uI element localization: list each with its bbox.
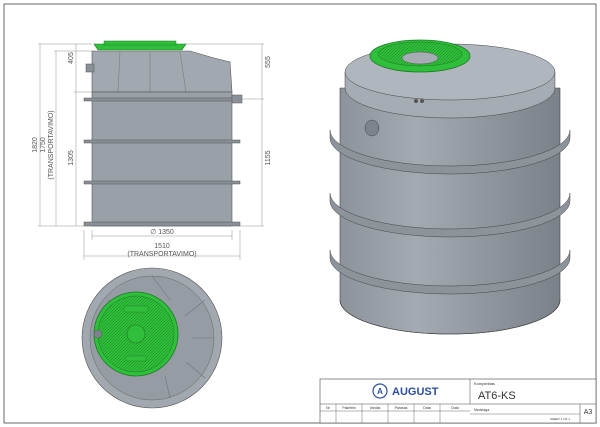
front-view: [83, 40, 243, 227]
komplektas-label: Komplektas: [474, 381, 495, 386]
logo-letter: A: [377, 387, 383, 396]
drawing-sheet: 1820 1750 (TRANSPORTAVIMO) 1305 405 555 …: [0, 0, 600, 427]
sheet-info: SHEET 1 OF 1: [550, 417, 570, 421]
header-cell: Vardas: [370, 406, 381, 410]
dim-top-height: 405: [68, 52, 75, 64]
dim-transport-width: 1510: [154, 243, 170, 250]
dim-right-body: 1155: [265, 150, 272, 165]
header-cell: Data: [451, 406, 458, 410]
material-label: Medziaga: [474, 408, 489, 412]
dim-total-height: 1820: [32, 137, 39, 153]
model-name: AT6-KS: [478, 390, 516, 402]
front-top-section: [91, 50, 233, 93]
dim-transport-height-note: (TRANSPORTAVIMO): [48, 110, 55, 179]
top-view: [81, 267, 223, 409]
header-cell: Data: [423, 406, 430, 410]
isometric-view: [329, 39, 571, 335]
dim-body-height: 1305: [68, 150, 75, 166]
sheet-size: A3: [584, 409, 593, 416]
iso-pipe: [364, 119, 380, 137]
front-body: [91, 91, 233, 227]
dim-diameter: ∅ 1350: [150, 229, 174, 236]
company-name: AUGUST: [392, 386, 439, 398]
header-cell: Pakeitim: [342, 406, 356, 410]
header-cell: Parasas: [395, 406, 408, 410]
outlet-pipe: [231, 94, 243, 104]
dim-transport-height: 1750: [40, 137, 47, 153]
dim-transport-width-note: (TRANSPORTAVIMO): [127, 251, 196, 258]
drawing-canvas: 1820 1750 (TRANSPORTAVIMO) 1305 405 555 …: [3, 3, 597, 424]
inlet-pipe: [85, 63, 95, 73]
dim-right-top: 555: [265, 56, 272, 68]
